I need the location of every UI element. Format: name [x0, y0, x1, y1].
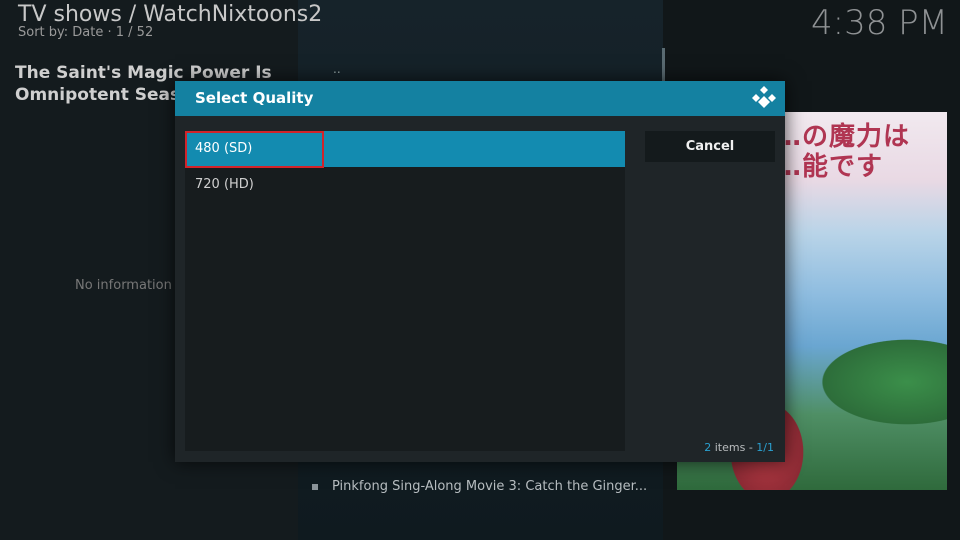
poster-title-art: …の魔力は …能です: [775, 122, 911, 182]
page-title: TV shows / WatchNixtoons2: [18, 2, 323, 27]
selection-highlight-box: [185, 131, 324, 168]
quality-list: 480 (SD) 720 (HD): [185, 131, 625, 451]
cancel-button[interactable]: Cancel: [645, 131, 775, 162]
quality-option-label: 720 (HD): [195, 177, 254, 192]
list-item[interactable]: Pinkfong Sing-Along Movie 3: Catch the G…: [312, 479, 647, 494]
kodi-logo-icon: [752, 86, 776, 108]
list-item-label: Pinkfong Sing-Along Movie 3: Catch the G…: [332, 479, 648, 494]
dialog-title: Select Quality: [195, 89, 314, 107]
select-quality-dialog: Select Quality 480 (SD) 720 (HD) Cancel …: [175, 81, 785, 462]
clock: 4:38 PM: [811, 3, 948, 43]
parent-folder-item[interactable]: ..: [333, 62, 341, 76]
bullet-icon: [312, 483, 318, 490]
sort-info: Sort by: Date · 1 / 52: [18, 25, 154, 40]
no-information-text: No information a: [75, 278, 184, 293]
items-count: 2 items - 1/1: [704, 441, 774, 454]
dialog-header: Select Quality: [175, 81, 785, 116]
quality-option-720[interactable]: 720 (HD): [185, 167, 625, 203]
